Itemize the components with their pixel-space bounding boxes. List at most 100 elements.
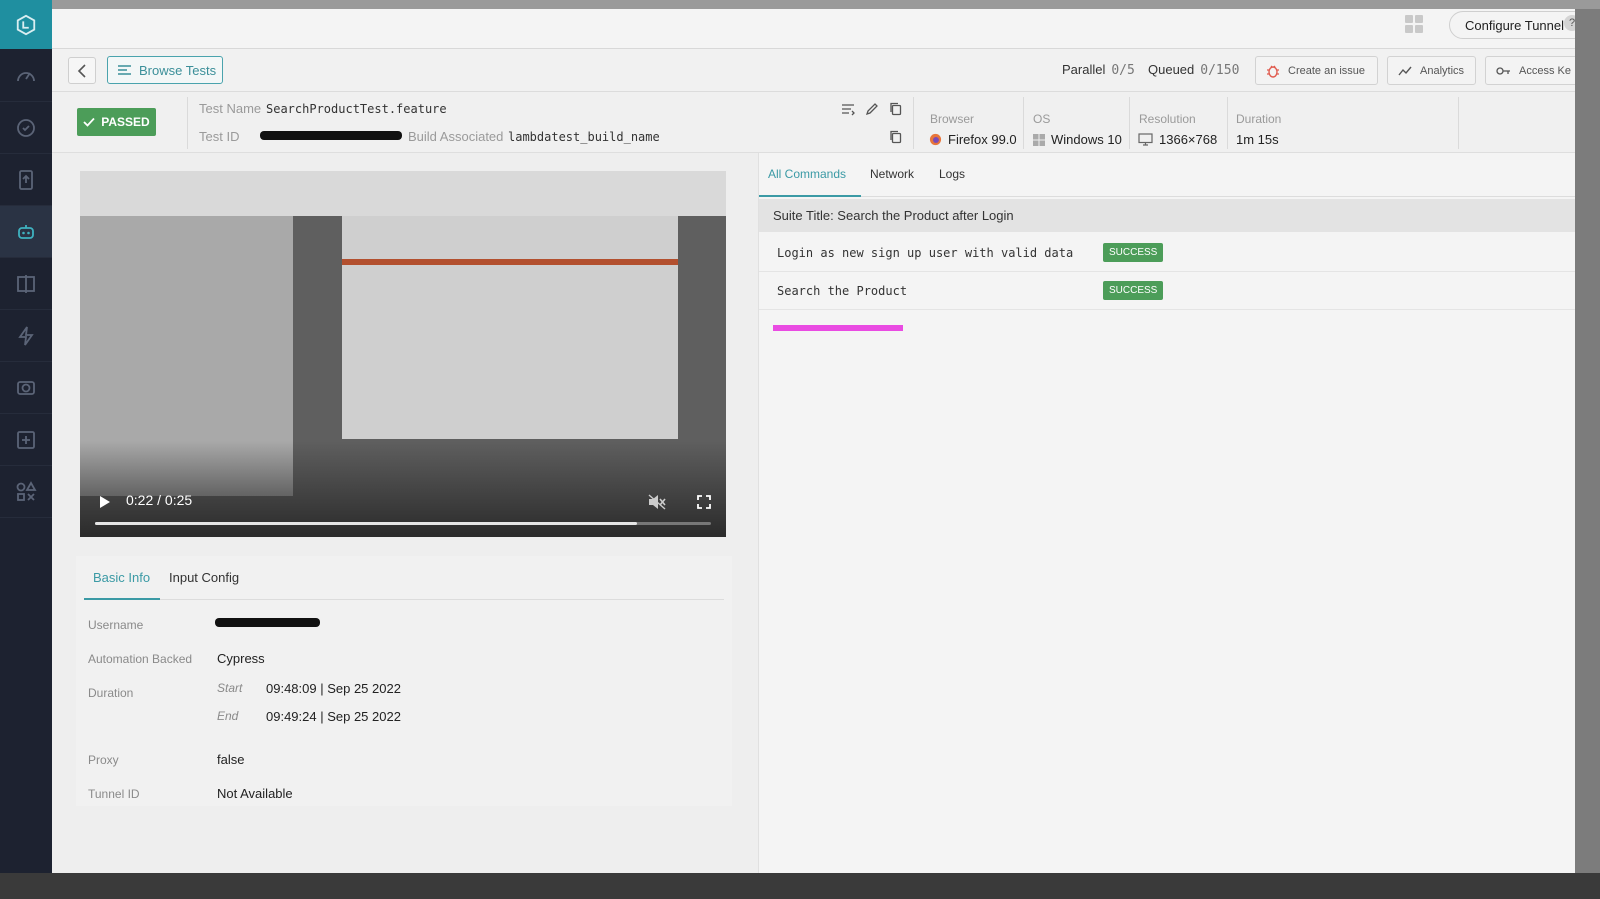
list-icon (118, 65, 131, 75)
tunnel-id-value: Not Available (217, 786, 293, 801)
tab-divider (84, 599, 724, 600)
command-text: Search the Product (777, 284, 908, 298)
resolution-text: 1366×768 (1159, 132, 1218, 147)
suite-title: Suite Title: Search the Product after Lo… (759, 199, 1575, 232)
video-time: 0:22 / 0:25 (126, 492, 193, 508)
test-name-value: SearchProductTest.feature (266, 102, 447, 116)
lambdatest-logo[interactable] (0, 0, 52, 49)
play-icon[interactable] (99, 495, 111, 509)
command-row[interactable]: Login as new sign up user with valid dat… (759, 234, 1575, 272)
sidebar-item-upload[interactable] (0, 154, 52, 206)
sidebar-item-dashboard[interactable] (0, 50, 52, 102)
check-icon (83, 117, 95, 127)
queued-stat: Queued 0/150 (1148, 62, 1239, 78)
test-id-label: Test ID (199, 129, 240, 144)
analytics-label: Analytics (1420, 64, 1465, 77)
divider (1023, 97, 1024, 149)
browser-value: Firefox 99.0 (929, 132, 1017, 147)
browse-tests-button[interactable]: Browse Tests (107, 56, 223, 84)
access-key-label: Access Ke (1519, 64, 1571, 77)
duration-info-label: Duration (88, 686, 134, 700)
sidebar-item-smart-ui[interactable] (0, 362, 52, 414)
command-text: Login as new sign up user with valid dat… (777, 246, 1074, 260)
help-icon[interactable]: ? (1564, 15, 1575, 31)
build-name-value: lambdatest_build_name (508, 130, 660, 144)
sidebar-item-visual[interactable] (0, 258, 52, 310)
logo-icon (16, 14, 36, 35)
robot-icon (18, 224, 34, 239)
recorded-page-banner (342, 259, 678, 265)
basic-info-panel: Basic Info Input Config Username Automat… (76, 556, 732, 806)
resolution-value: 1366×768 (1138, 132, 1217, 147)
sidebar-item-integrations[interactable] (0, 466, 52, 518)
command-row[interactable]: Search the Product SUCCESS (759, 272, 1575, 310)
start-time: 09:48:09 | Sep 25 2022 (266, 681, 401, 696)
create-issue-button[interactable]: Create an issue (1255, 56, 1378, 85)
analytics-button[interactable]: Analytics (1387, 56, 1476, 85)
clock-check-icon (17, 118, 35, 137)
monitor-icon (1138, 133, 1153, 146)
firefox-icon (929, 133, 942, 146)
status-badge: PASSED (77, 108, 156, 136)
plus-square-icon (17, 430, 35, 449)
copy-icon[interactable] (889, 102, 903, 116)
create-issue-label: Create an issue (1288, 64, 1366, 77)
automation-label: Automation Backed (88, 652, 193, 666)
divider (1129, 97, 1130, 149)
fullscreen-icon[interactable] (697, 495, 711, 509)
toolbar: Browse Tests Parallel 0/5 Queued 0/150 Cre… (52, 49, 1575, 92)
muted-speaker-icon[interactable] (648, 494, 666, 510)
video-seek-bar[interactable] (95, 522, 711, 525)
parallel-stat: Parallel 0/5 (1062, 62, 1135, 78)
tab-input-config[interactable]: Input Config (169, 570, 239, 585)
parallel-value: 0/5 (1111, 63, 1135, 78)
resolution-label: Resolution (1139, 112, 1196, 126)
queued-value: 0/150 (1200, 63, 1240, 78)
os-text: Windows 10 (1051, 132, 1122, 147)
success-badge: SUCCESS (1103, 243, 1164, 262)
top-bar: Configure Tunnel ? (52, 9, 1575, 49)
sidebar (0, 0, 52, 873)
configure-tunnel-button[interactable]: Configure Tunnel (1449, 11, 1575, 39)
access-key-button[interactable]: Access Ke (1485, 56, 1575, 85)
back-button[interactable] (68, 57, 96, 84)
apps-grid-icon[interactable] (1405, 15, 1423, 33)
divider (1458, 97, 1459, 149)
active-tab-indicator (759, 195, 861, 197)
commands-tabs: All Commands Network Logs (759, 153, 1575, 197)
os-value: Windows 10 (1033, 132, 1122, 147)
success-badge: SUCCESS (1103, 281, 1164, 300)
tab-basic-info[interactable]: Basic Info (93, 570, 150, 585)
sidebar-item-add[interactable] (0, 414, 52, 466)
lightning-icon (18, 325, 34, 346)
compare-icon (17, 274, 35, 293)
test-video-player[interactable]: 0:22 / 0:25 (80, 171, 726, 537)
build-associated-label: Build Associated (408, 129, 504, 144)
copy-build-icon[interactable] (889, 130, 903, 144)
configure-tunnel-label: Configure Tunnel (1465, 17, 1565, 33)
recorded-web-page (342, 216, 678, 439)
tab-logs[interactable]: Logs (939, 167, 965, 181)
edit-pencil-icon[interactable] (865, 102, 879, 116)
os-label: OS (1033, 112, 1051, 126)
highlight-marker (773, 325, 903, 331)
browser-text: Firefox 99.0 (948, 132, 1017, 147)
browse-tests-label: Browse Tests (139, 62, 217, 78)
tab-all-commands[interactable]: All Commands (768, 167, 846, 181)
details-list-icon[interactable] (841, 102, 855, 116)
tab-network[interactable]: Network (870, 167, 914, 181)
automation-value: Cypress (217, 651, 265, 666)
dim-bottom-frame (0, 873, 1600, 899)
sidebar-item-hyperexecute[interactable] (0, 310, 52, 362)
username-label: Username (88, 618, 144, 632)
sidebar-item-realtime[interactable] (0, 102, 52, 154)
tunnel-id-label: Tunnel ID (88, 787, 140, 801)
redacted-username (215, 618, 320, 627)
end-label: End (217, 709, 239, 723)
chevron-left-icon (77, 63, 86, 78)
test-detail-app: Configure Tunnel ? Browse Tests Parallel… (52, 9, 1575, 873)
sidebar-item-automation[interactable] (0, 206, 52, 258)
test-info-bar: PASSED Test Name SearchProductTest.featu… (52, 92, 1575, 153)
status-label: PASSED (101, 115, 150, 129)
dim-right-edge (1575, 9, 1600, 873)
